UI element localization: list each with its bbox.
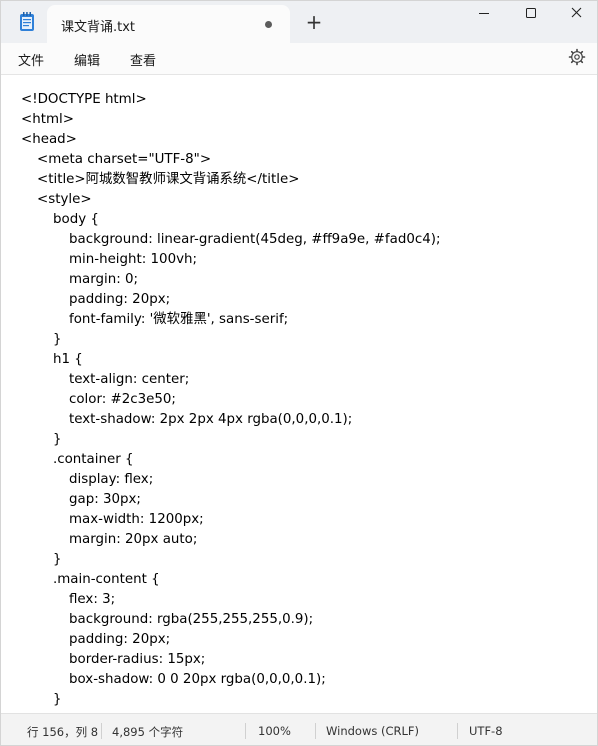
code-line: h1 {	[53, 352, 83, 367]
vertical-scrollbar[interactable]	[592, 155, 595, 713]
code-line: }	[53, 432, 62, 447]
status-divider	[457, 723, 458, 739]
code-line: margin: 20px auto;	[69, 532, 198, 547]
code-line: <title>阿城数智教师课文背诵系统</title>	[37, 172, 300, 187]
character-count: 4,895 个字符	[112, 725, 184, 739]
menu-edit[interactable]: 编辑	[74, 50, 100, 69]
code-line: }	[53, 692, 62, 707]
cursor-position[interactable]: 行 156，列 8	[27, 724, 98, 740]
code-line: border-radius: 15px;	[69, 652, 206, 667]
menu-bar: 文件 编辑 查看	[1, 43, 597, 75]
code-line: color: #2c3e50;	[69, 392, 176, 407]
text-editor[interactable]: <!DOCTYPE html> <html> <head> <meta charset…	[1, 75, 597, 713]
code-line: body {	[53, 212, 99, 227]
code-line: <head>	[21, 132, 77, 147]
code-line: padding: 20px;	[69, 632, 171, 647]
gear-icon[interactable]	[568, 48, 586, 66]
status-divider	[315, 723, 316, 739]
close-icon	[571, 7, 582, 18]
code-line: background: rgba(255,255,255,0.9);	[69, 612, 314, 627]
code-line: min-height: 100vh;	[69, 252, 198, 267]
encoding[interactable]: UTF-8	[469, 724, 503, 738]
code-line: text-align: center;	[69, 372, 190, 387]
code-line: margin: 0;	[69, 272, 139, 287]
tab-title: 课文背诵.txt	[61, 20, 136, 35]
maximize-button[interactable]	[508, 1, 554, 35]
status-divider	[101, 723, 102, 739]
title-bar[interactable]: 课文背诵.txt +	[1, 1, 597, 43]
close-button[interactable]	[553, 1, 597, 35]
code-line: <!DOCTYPE html>	[21, 92, 147, 107]
code-line: flex: 3;	[69, 592, 116, 607]
notepad-window: 课文背诵.txt + 文件 编辑 查看 <!DOCTYPE html> <htm…	[0, 0, 598, 746]
code-line: display: flex;	[69, 472, 154, 487]
menu-file[interactable]: 文件	[18, 50, 44, 69]
notepad-app-icon	[20, 12, 34, 31]
code-line: <meta charset="UTF-8">	[37, 152, 212, 167]
status-bar: 行 156，列 8 4,895 个字符 100% Windows (CRLF) …	[1, 713, 597, 745]
status-divider	[245, 723, 246, 739]
code-line: .container {	[53, 452, 134, 467]
code-line: .main-content {	[53, 572, 160, 587]
code-line: gap: 30px;	[69, 492, 141, 507]
code-line: padding: 20px;	[69, 292, 171, 307]
code-line: background: linear-gradient(45deg, #ff9a…	[69, 232, 441, 247]
new-tab-button[interactable]: +	[303, 11, 325, 33]
zoom-level[interactable]: 100%	[258, 724, 291, 738]
code-line: box-shadow: 0 0 20px rgba(0,0,0,0.1);	[69, 672, 326, 687]
menu-view[interactable]: 查看	[130, 50, 156, 69]
code-line: }	[53, 332, 62, 347]
unsaved-dot-icon[interactable]	[265, 21, 272, 28]
line-ending[interactable]: Windows (CRLF)	[326, 724, 419, 738]
code-line: max-width: 1200px;	[69, 512, 204, 527]
tab-document[interactable]: 课文背诵.txt	[47, 5, 290, 43]
minimize-button[interactable]	[461, 1, 507, 35]
code-line: <html>	[21, 112, 74, 127]
code-line: font-family: '微软雅黑', sans-serif;	[69, 312, 289, 327]
maximize-icon	[526, 8, 536, 18]
minimize-icon	[479, 13, 489, 14]
code-line: text-shadow: 2px 2px 4px rgba(0,0,0,0.1)…	[69, 412, 353, 427]
code-line: <style>	[37, 192, 92, 207]
code-line: }	[53, 552, 62, 567]
